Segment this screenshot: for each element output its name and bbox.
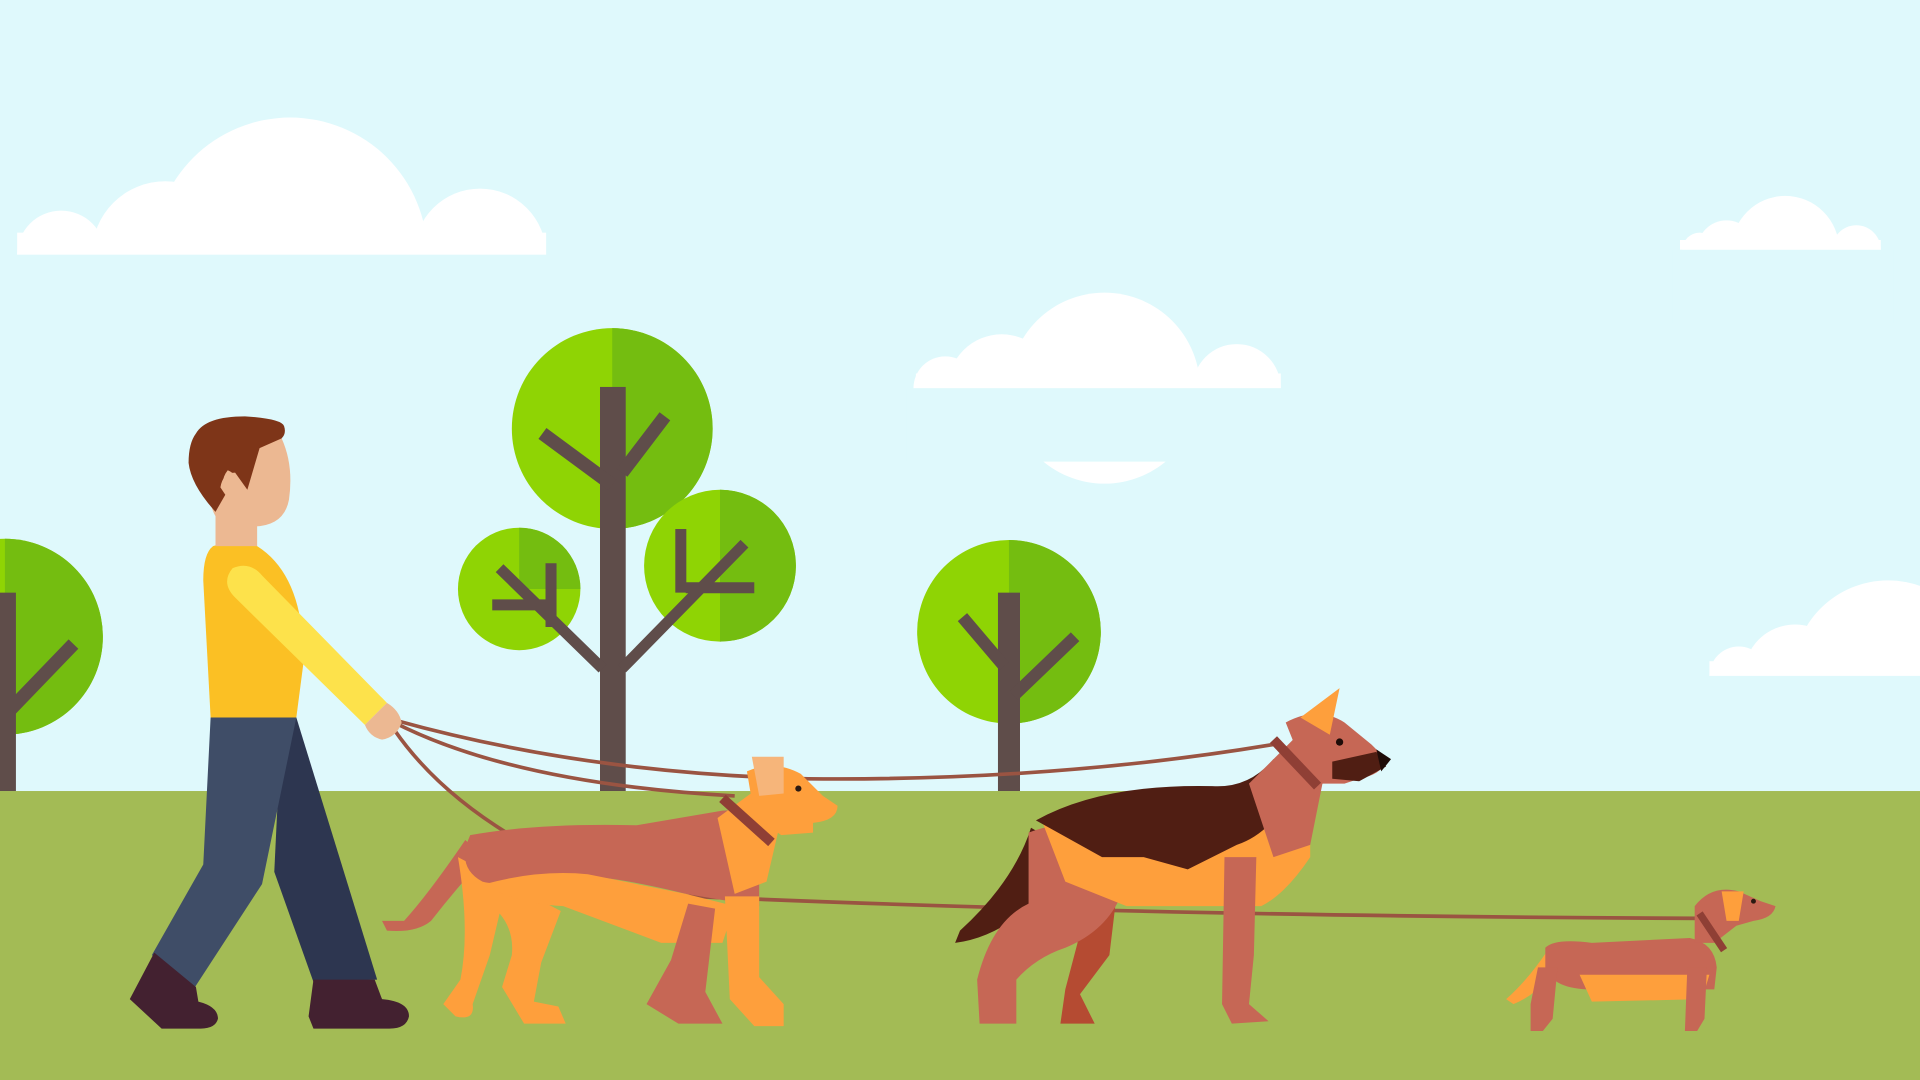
dog-dachshund-eye — [1751, 898, 1756, 904]
dog-shepherd-eye — [1335, 738, 1344, 746]
cloud-mask-3 — [1672, 249, 1894, 324]
dog-orange-eye — [795, 785, 802, 792]
cloud-mask-4 — [1702, 675, 1920, 787]
park-scene — [0, 0, 1920, 1080]
cloud-mask-2 — [906, 388, 1298, 462]
park-illustration — [0, 0, 1920, 1080]
